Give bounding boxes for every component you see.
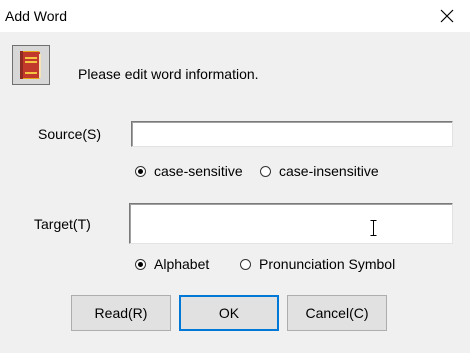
case-sensitive-label: case-sensitive bbox=[154, 163, 243, 179]
case-insensitive-label: case-insensitive bbox=[279, 163, 379, 179]
close-button[interactable] bbox=[424, 0, 470, 32]
info-message: Please edit word information. bbox=[78, 66, 259, 82]
ok-button[interactable]: OK bbox=[179, 295, 279, 331]
radio-indicator bbox=[240, 258, 251, 270]
radio-indicator bbox=[260, 165, 271, 177]
target-input[interactable] bbox=[129, 203, 453, 244]
alphabet-label: Alphabet bbox=[154, 256, 210, 272]
window-title: Add Word bbox=[5, 8, 67, 24]
radio-indicator bbox=[135, 258, 146, 270]
text-cursor-icon bbox=[370, 220, 377, 236]
radio-indicator bbox=[135, 165, 146, 177]
cancel-button[interactable]: Cancel(C) bbox=[287, 295, 387, 331]
close-icon bbox=[440, 9, 454, 23]
read-button[interactable]: Read(R) bbox=[71, 295, 171, 331]
title-bar: Add Word bbox=[0, 0, 470, 32]
target-label: Target(T) bbox=[34, 216, 91, 232]
pronunciation-symbol-label: Pronunciation Symbol bbox=[259, 256, 396, 272]
source-label: Source(S) bbox=[38, 126, 102, 142]
pronunciation-symbol-radio[interactable]: Pronunciation Symbol bbox=[240, 256, 395, 272]
case-insensitive-radio[interactable]: case-insensitive bbox=[260, 163, 379, 179]
dictionary-book-icon bbox=[12, 45, 50, 85]
alphabet-radio[interactable]: Alphabet bbox=[135, 256, 209, 272]
source-input[interactable] bbox=[131, 121, 453, 147]
case-sensitive-radio[interactable]: case-sensitive bbox=[135, 163, 243, 179]
